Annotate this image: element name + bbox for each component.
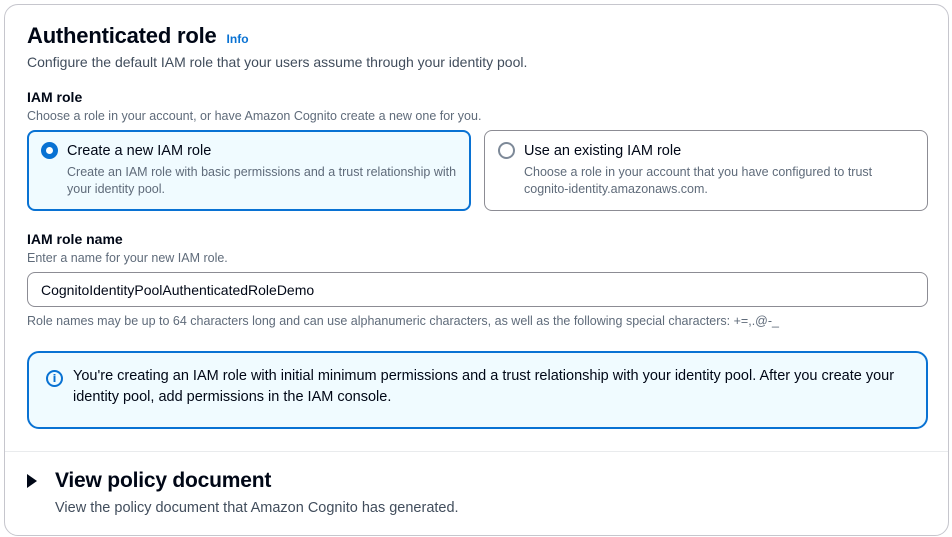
create-new-iam-role-tile[interactable]: Create a new IAM role Create an IAM role…	[27, 130, 471, 211]
section-divider	[5, 451, 948, 452]
iam-role-label: IAM role	[27, 89, 83, 105]
iam-role-name-description: Enter a name for your new IAM role.	[27, 251, 228, 265]
use-existing-iam-role-description: Choose a role in your account that you h…	[524, 165, 873, 196]
section-title: Authenticated role	[27, 23, 217, 48]
caret-right-icon	[27, 474, 37, 488]
create-new-iam-role-radio[interactable]	[41, 142, 58, 159]
use-existing-iam-role-tile[interactable]: Use an existing IAM role Choose a role i…	[484, 130, 928, 211]
iam-role-name-input[interactable]	[27, 272, 928, 307]
view-policy-document-expander[interactable]: View policy document	[27, 469, 271, 493]
view-policy-document-title: View policy document	[55, 469, 272, 492]
iam-role-description: Choose a role in your account, or have A…	[27, 109, 482, 123]
authenticated-role-panel: Authenticated role Info Configure the de…	[4, 4, 949, 536]
iam-role-name-constraint: Role names may be up to 64 characters lo…	[27, 314, 779, 328]
info-icon: i	[46, 370, 63, 387]
iam-role-name-label: IAM role name	[27, 231, 123, 247]
create-new-iam-role-description: Create an IAM role with basic permission…	[67, 165, 457, 196]
view-policy-document-description: View the policy document that Amazon Cog…	[55, 500, 459, 516]
section-description: Configure the default IAM role that your…	[27, 54, 528, 70]
info-link[interactable]: Info	[227, 32, 249, 46]
create-new-iam-role-title: Create a new IAM role	[67, 143, 212, 159]
use-existing-iam-role-title: Use an existing IAM role	[524, 143, 682, 159]
info-alert: i You're creating an IAM role with initi…	[27, 351, 928, 429]
section-header: Authenticated role Info	[27, 23, 249, 49]
info-alert-text: You're creating an IAM role with initial…	[73, 368, 895, 405]
use-existing-iam-role-radio[interactable]	[498, 142, 515, 159]
